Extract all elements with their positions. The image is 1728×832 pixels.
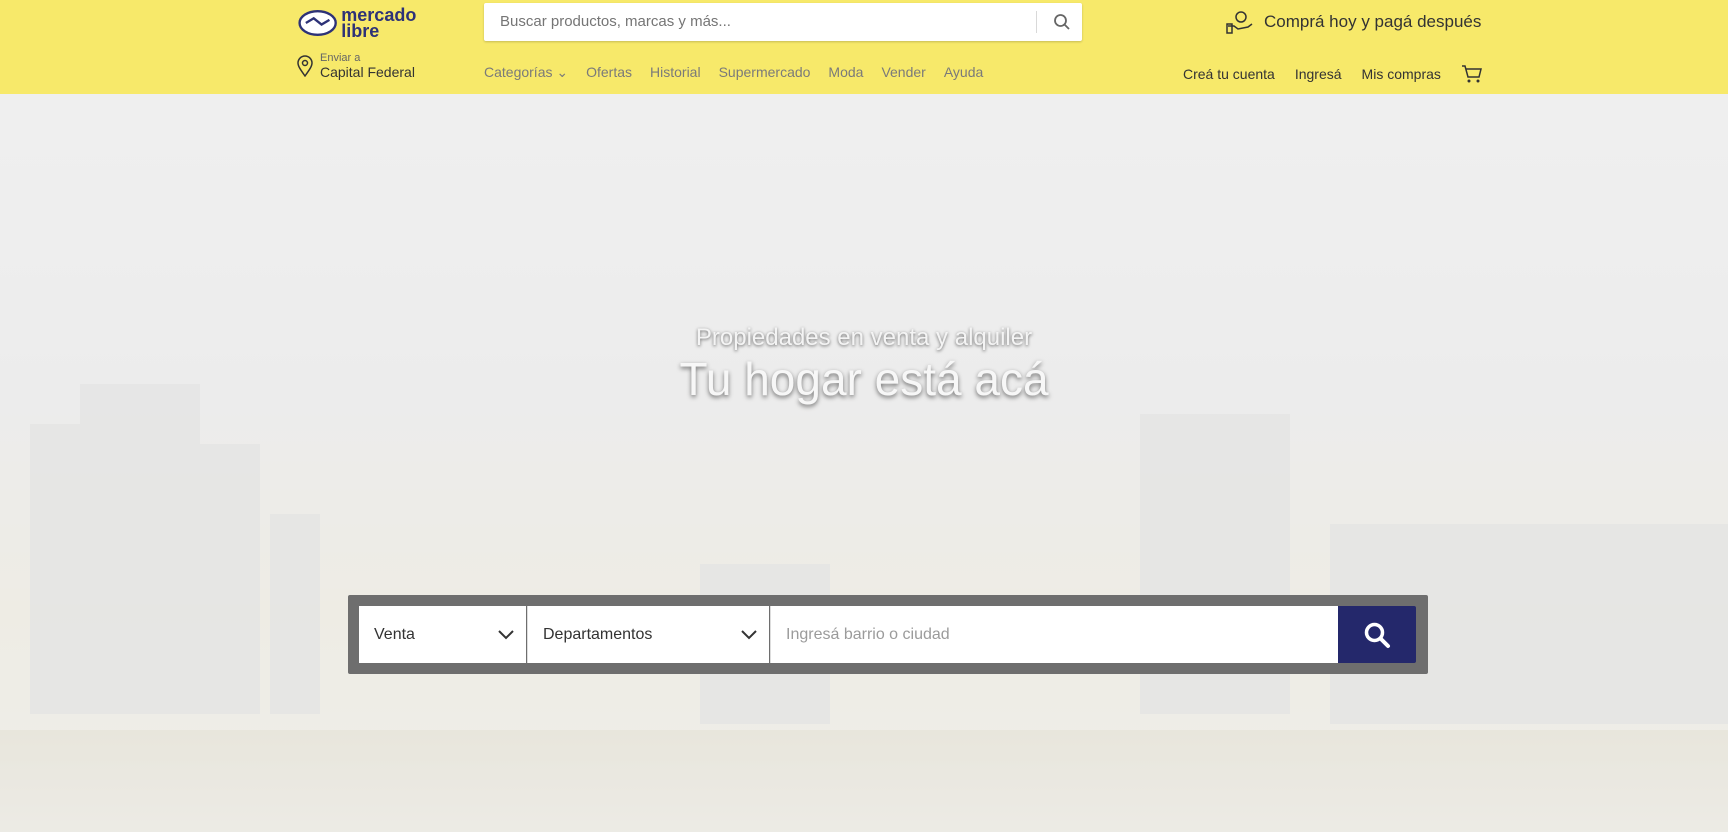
location-placeholder: Ingresá barrio o ciudad <box>786 626 950 643</box>
create-account-link[interactable]: Creá tu cuenta <box>1183 66 1275 82</box>
login-link[interactable]: Ingresá <box>1295 66 1342 82</box>
nav-offers[interactable]: Ofertas <box>586 64 632 81</box>
nav-help[interactable]: Ayuda <box>944 64 983 81</box>
nav-fashion[interactable]: Moda <box>828 64 863 81</box>
logo-text: mercado libre <box>341 5 417 41</box>
hero-banner: Propiedades en venta y alquiler Tu hogar… <box>0 94 1728 832</box>
hand-coin-icon <box>1226 11 1253 34</box>
search-icon <box>1054 14 1070 30</box>
cart-icon[interactable] <box>1461 64 1483 84</box>
property-type-value: Departamentos <box>543 626 653 643</box>
main-nav: Categorías ⌄ Ofertas Historial Supermerc… <box>484 64 983 81</box>
nav-sell[interactable]: Vender <box>881 64 925 81</box>
property-search-button[interactable] <box>1338 606 1416 663</box>
chevron-down-icon <box>498 606 514 664</box>
my-purchases-link[interactable]: Mis compras <box>1362 66 1441 82</box>
chevron-down-icon <box>741 606 757 664</box>
promo-text: Comprá hoy y pagá después <box>1264 12 1482 31</box>
chevron-down-icon: ⌄ <box>556 64 569 80</box>
location-label: Enviar a <box>320 52 361 64</box>
search-button[interactable] <box>1042 3 1082 41</box>
nav-supermarket[interactable]: Supermercado <box>719 64 811 81</box>
operation-select[interactable]: Venta <box>359 606 526 663</box>
hero-subtitle: Propiedades en venta y alquiler <box>695 324 1033 351</box>
mercadolibre-logo[interactable]: mercado libre <box>298 4 434 42</box>
search-bar[interactable] <box>484 3 1082 41</box>
hero-overlay <box>0 94 1728 832</box>
search-icon <box>1364 622 1390 648</box>
property-type-select[interactable]: Departamentos <box>527 606 769 663</box>
property-search-form: Venta Departamentos Ingresá barrio o ciu… <box>348 595 1428 674</box>
hero-title: Tu hogar está acá <box>679 353 1049 405</box>
buy-now-pay-later-promo[interactable]: Comprá hoy y pagá después <box>1226 10 1481 34</box>
location-value: Capital Federal <box>320 64 415 80</box>
shipping-location[interactable]: Enviar a Capital Federal <box>296 52 415 80</box>
header: mercado libre Comprá hoy y pagá después … <box>0 0 1728 94</box>
location-pin-icon <box>297 55 313 77</box>
search-input[interactable] <box>498 3 998 41</box>
nav-history[interactable]: Historial <box>650 64 701 81</box>
location-search-input[interactable]: Ingresá barrio o ciudad <box>770 606 1338 663</box>
user-nav: Creá tu cuenta Ingresá Mis compras <box>1183 64 1483 84</box>
search-divider <box>1036 11 1037 33</box>
handshake-logo-icon <box>298 10 337 36</box>
nav-categories[interactable]: Categorías ⌄ <box>484 64 568 81</box>
operation-value: Venta <box>374 626 415 643</box>
